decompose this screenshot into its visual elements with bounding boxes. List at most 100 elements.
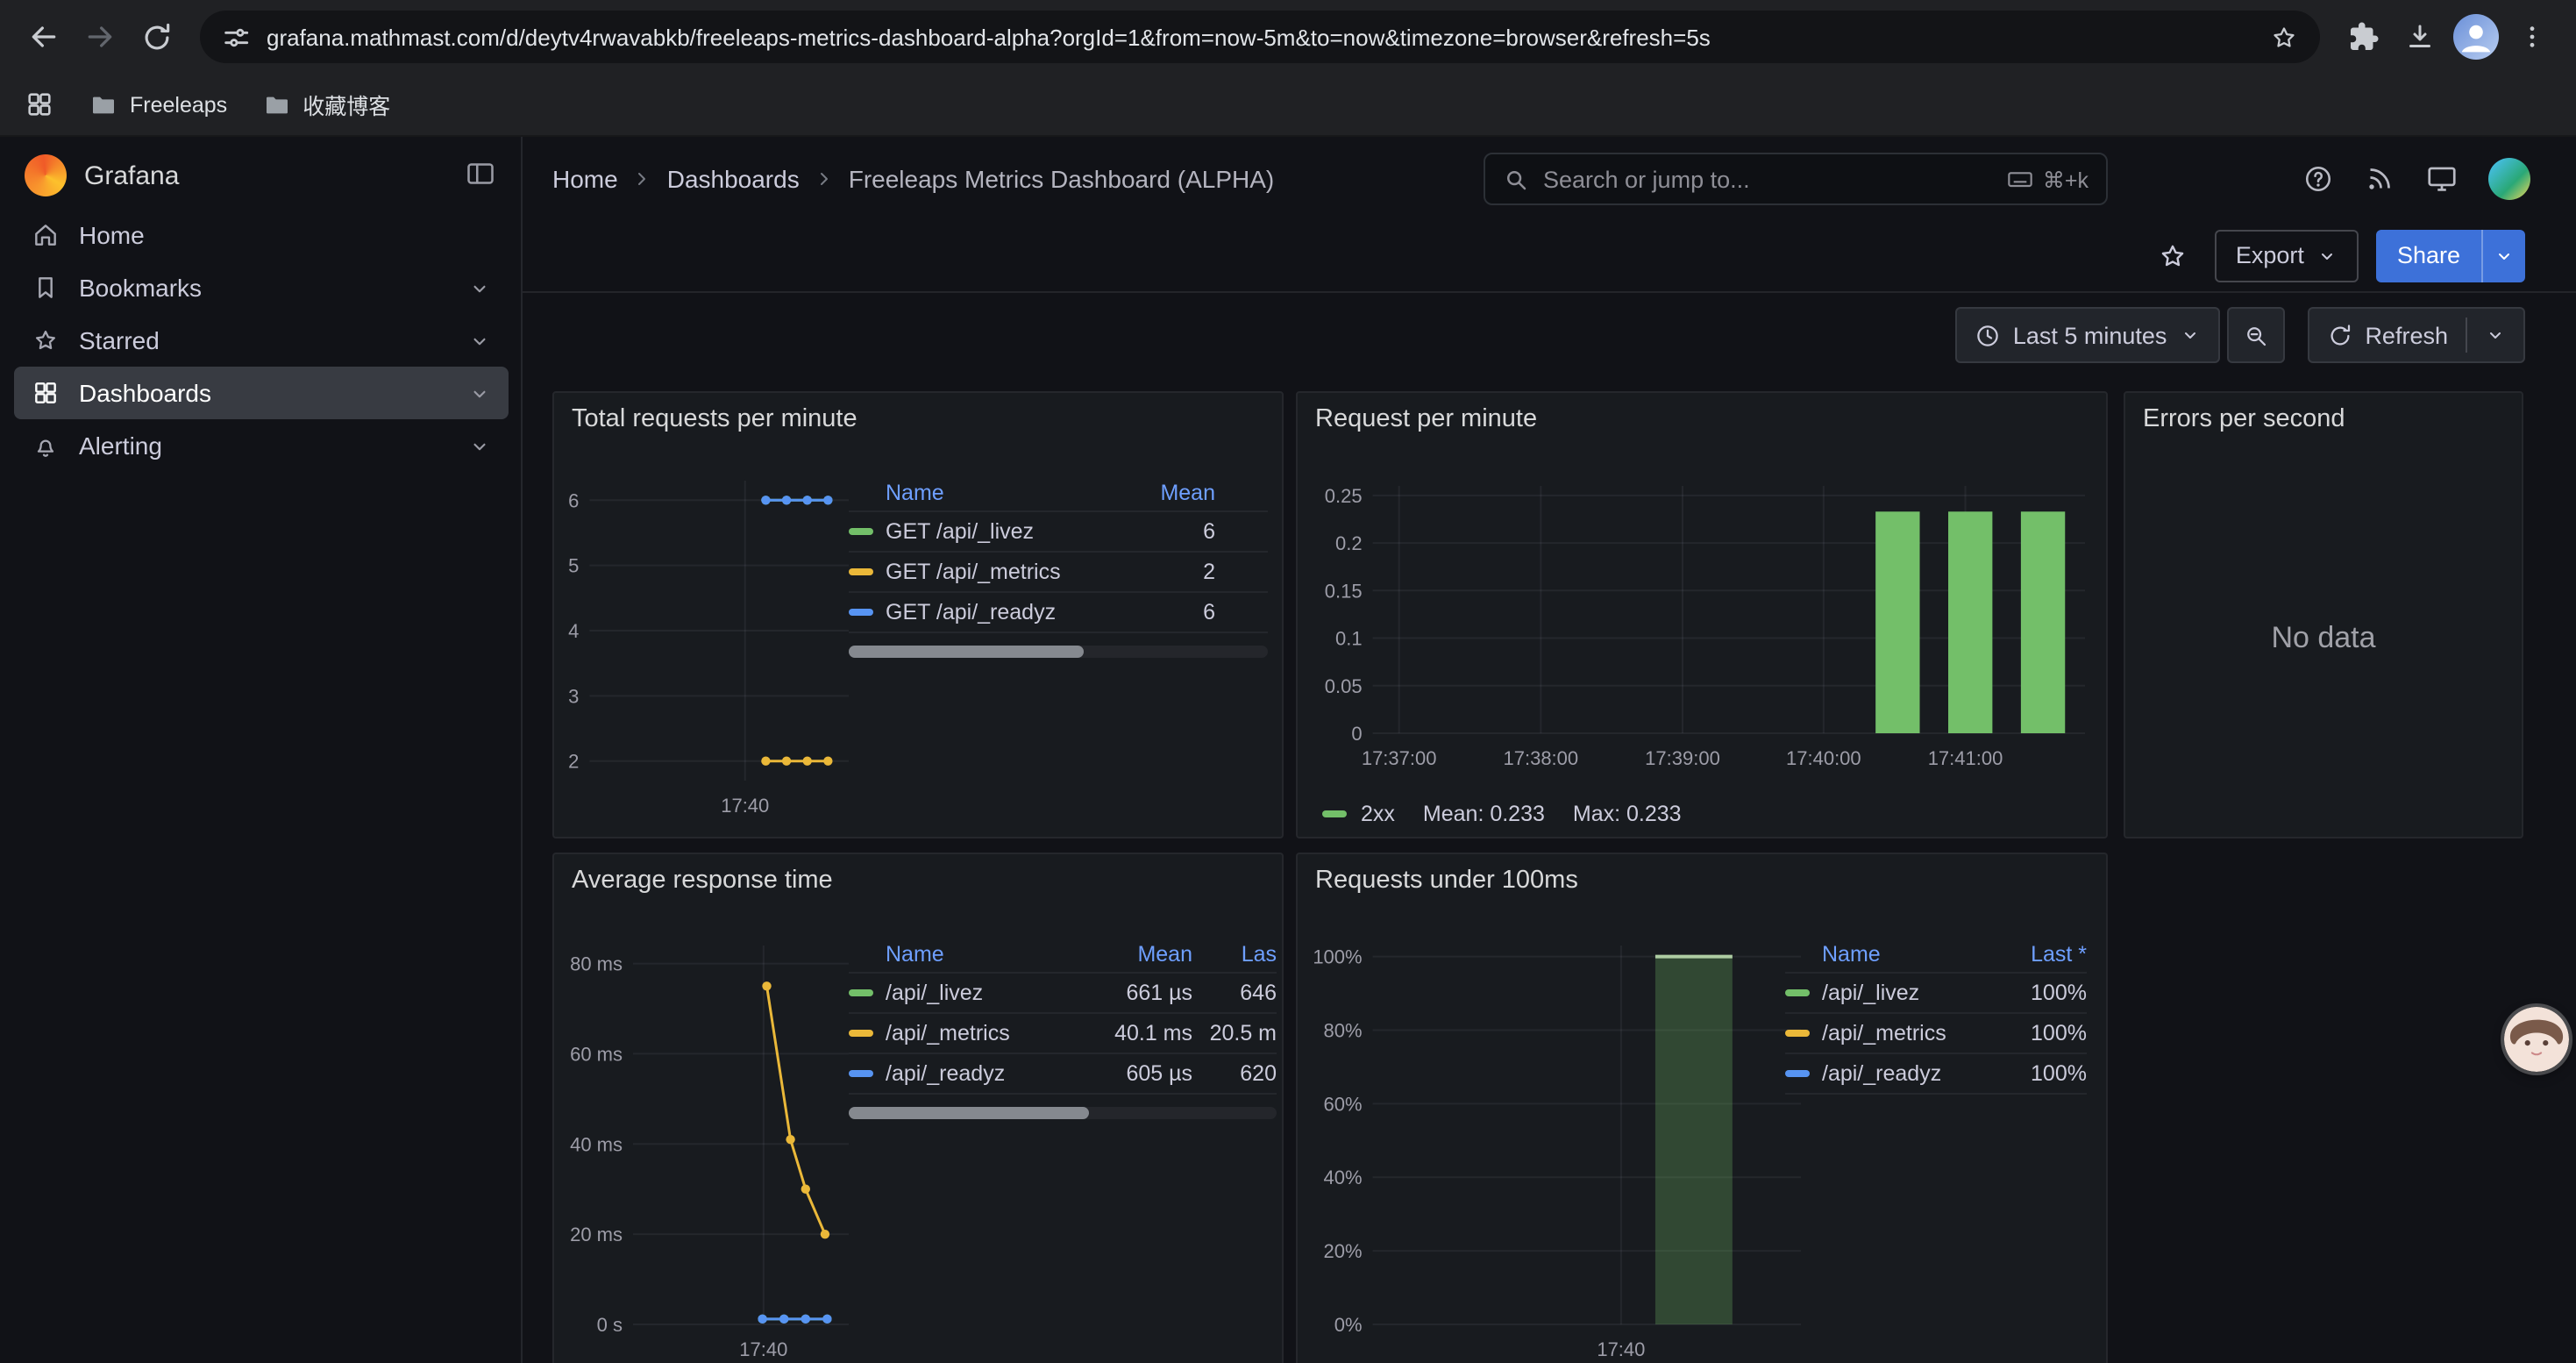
forward-button[interactable] <box>74 11 126 63</box>
series-name[interactable]: GET /api/_readyz <box>886 600 1056 624</box>
url-bar[interactable]: grafana.mathmast.com/d/deytv4rwavabkb/fr… <box>200 11 2320 63</box>
breadcrumb-home[interactable]: Home <box>552 164 618 192</box>
apps-grid-icon[interactable] <box>25 89 54 119</box>
y-tick-label: 0.05 <box>1325 675 1363 697</box>
downloads-button[interactable] <box>2394 11 2446 63</box>
sidebar-item-dashboards[interactable]: Dashboards <box>14 367 509 419</box>
series-value: 661 µs <box>1087 981 1192 1005</box>
header-icon-group <box>2302 137 2530 219</box>
y-tick-label: 3 <box>568 685 579 707</box>
download-icon <box>2404 21 2436 53</box>
legend-column-header[interactable]: Name <box>849 480 1110 504</box>
panel-title[interactable]: Errors per second <box>2143 405 2345 433</box>
legend-mean: Mean: 0.233 <box>1423 802 1545 826</box>
extensions-button[interactable] <box>2338 11 2390 63</box>
share-menu-button[interactable] <box>2481 229 2525 282</box>
share-button[interactable]: Share <box>2376 229 2481 282</box>
refresh-button[interactable]: Refresh <box>2307 307 2525 363</box>
series-color-swatch <box>849 568 873 575</box>
legend-horizontal-scrollbar[interactable] <box>849 1107 1277 1119</box>
y-tick-label: 5 <box>568 555 579 577</box>
scrollbar-thumb[interactable] <box>849 1107 1088 1119</box>
series-name[interactable]: GET /api/_livez <box>886 519 1034 544</box>
help-icon[interactable] <box>2302 162 2334 194</box>
data-point <box>821 1230 829 1238</box>
sidebar-item-alerting[interactable]: Alerting <box>14 419 509 472</box>
series-name[interactable]: /api/_livez <box>886 981 983 1005</box>
floating-assistant-avatar[interactable] <box>2504 1007 2569 1072</box>
series-value: 6 <box>1110 600 1215 624</box>
bookmark-item[interactable]: Freeleaps <box>89 90 227 118</box>
breadcrumb-current: Freeleaps Metrics Dashboard (ALPHA) <box>849 164 1275 192</box>
series-name[interactable]: GET /api/_metrics <box>886 560 1061 584</box>
bell-icon <box>32 432 60 460</box>
time-range-picker[interactable]: Last 5 minutes <box>1955 307 2220 363</box>
y-tick-label: 80 ms <box>570 953 623 975</box>
legend-row: /api/_livez100% <box>1785 974 2087 1014</box>
refresh-icon <box>2326 322 2352 348</box>
panel-title[interactable]: Requests under 100ms <box>1315 867 1578 895</box>
bar-chart-canvas: 100%80%60%40%20%0%17:40 <box>1312 931 1811 1363</box>
legend-column-header[interactable]: Last * <box>1982 941 2087 966</box>
sidebar-item-home[interactable]: Home <box>14 209 509 261</box>
legend-row: /api/_metrics40.1 ms20.5 m <box>849 1014 1277 1054</box>
chevron-down-icon[interactable] <box>468 434 491 457</box>
legend-column-header[interactable]: Mean <box>1110 480 1215 504</box>
series-name[interactable]: /api/_readyz <box>886 1061 1005 1086</box>
site-settings-icon[interactable] <box>221 22 251 52</box>
panel-title[interactable]: Request per minute <box>1315 405 1537 433</box>
export-button[interactable]: Export <box>2215 229 2359 282</box>
data-point <box>761 496 770 504</box>
legend-row: /api/_readyz605 µs620 <box>849 1054 1277 1095</box>
clock-icon <box>1975 322 2001 348</box>
chevron-down-icon[interactable] <box>468 382 491 404</box>
series-color-swatch <box>1322 810 1347 817</box>
scrollbar-thumb[interactable] <box>849 646 1084 658</box>
bookmark-star-icon[interactable] <box>2269 22 2299 52</box>
legend-column-header[interactable]: Name <box>849 941 1087 966</box>
browser-profile-button[interactable] <box>2450 11 2502 63</box>
sidebar-collapse-button[interactable] <box>465 158 496 189</box>
legend-column-header[interactable]: Mean <box>1087 941 1192 966</box>
legend-column-header[interactable]: Name <box>1785 941 1982 966</box>
zoom-out-button[interactable] <box>2226 307 2284 363</box>
series-color-swatch <box>1785 1030 1810 1037</box>
sidebar-item-starred[interactable]: Starred <box>14 314 509 367</box>
kiosk-monitor-icon[interactable] <box>2425 161 2459 195</box>
legend-column-header[interactable]: Las <box>1192 941 1277 966</box>
bookmark-item[interactable]: 收藏博客 <box>262 88 390 121</box>
data-point <box>823 756 832 765</box>
back-button[interactable] <box>18 11 70 63</box>
chevron-down-icon[interactable] <box>468 276 491 299</box>
news-rss-icon[interactable] <box>2364 162 2395 194</box>
sidebar-item-bookmarks[interactable]: Bookmarks <box>14 261 509 314</box>
chevron-down-icon[interactable] <box>2485 325 2506 346</box>
chevron-down-icon[interactable] <box>468 329 491 352</box>
legend-horizontal-scrollbar[interactable] <box>849 646 1268 658</box>
bookmark-icon <box>32 274 60 302</box>
favorite-dashboard-button[interactable] <box>2148 231 2197 280</box>
series-name[interactable]: 2xx <box>1361 802 1395 826</box>
search-input[interactable]: Search or jump to... ⌘+k <box>1484 153 2108 205</box>
back-arrow-icon <box>26 19 61 54</box>
series-name[interactable]: /api/_metrics <box>1822 1021 1946 1045</box>
y-tick-label: 0.15 <box>1325 580 1363 602</box>
reload-button[interactable] <box>130 11 182 63</box>
panel-title[interactable]: Average response time <box>572 867 833 895</box>
breadcrumb-dashboards[interactable]: Dashboards <box>667 164 800 192</box>
dashboard-toolbar: Export Share <box>523 219 2576 293</box>
y-tick-label: 0.25 <box>1325 485 1363 507</box>
series-name[interactable]: /api/_readyz <box>1822 1061 1941 1086</box>
y-tick-label: 2 <box>568 751 579 773</box>
y-tick-label: 6 <box>568 489 579 511</box>
panel-title[interactable]: Total requests per minute <box>572 405 857 433</box>
grafana-brand[interactable]: Grafana <box>25 147 179 203</box>
bar <box>1948 511 1992 733</box>
search-shortcut: ⌘+k <box>2006 165 2089 193</box>
browser-menu-button[interactable] <box>2506 11 2558 63</box>
url-text[interactable]: grafana.mathmast.com/d/deytv4rwavabkb/fr… <box>267 24 2253 50</box>
series-name[interactable]: /api/_metrics <box>886 1021 1010 1045</box>
series-name[interactable]: /api/_livez <box>1822 981 1919 1005</box>
user-avatar[interactable] <box>2488 157 2530 199</box>
series-value: 6 <box>1110 519 1215 544</box>
